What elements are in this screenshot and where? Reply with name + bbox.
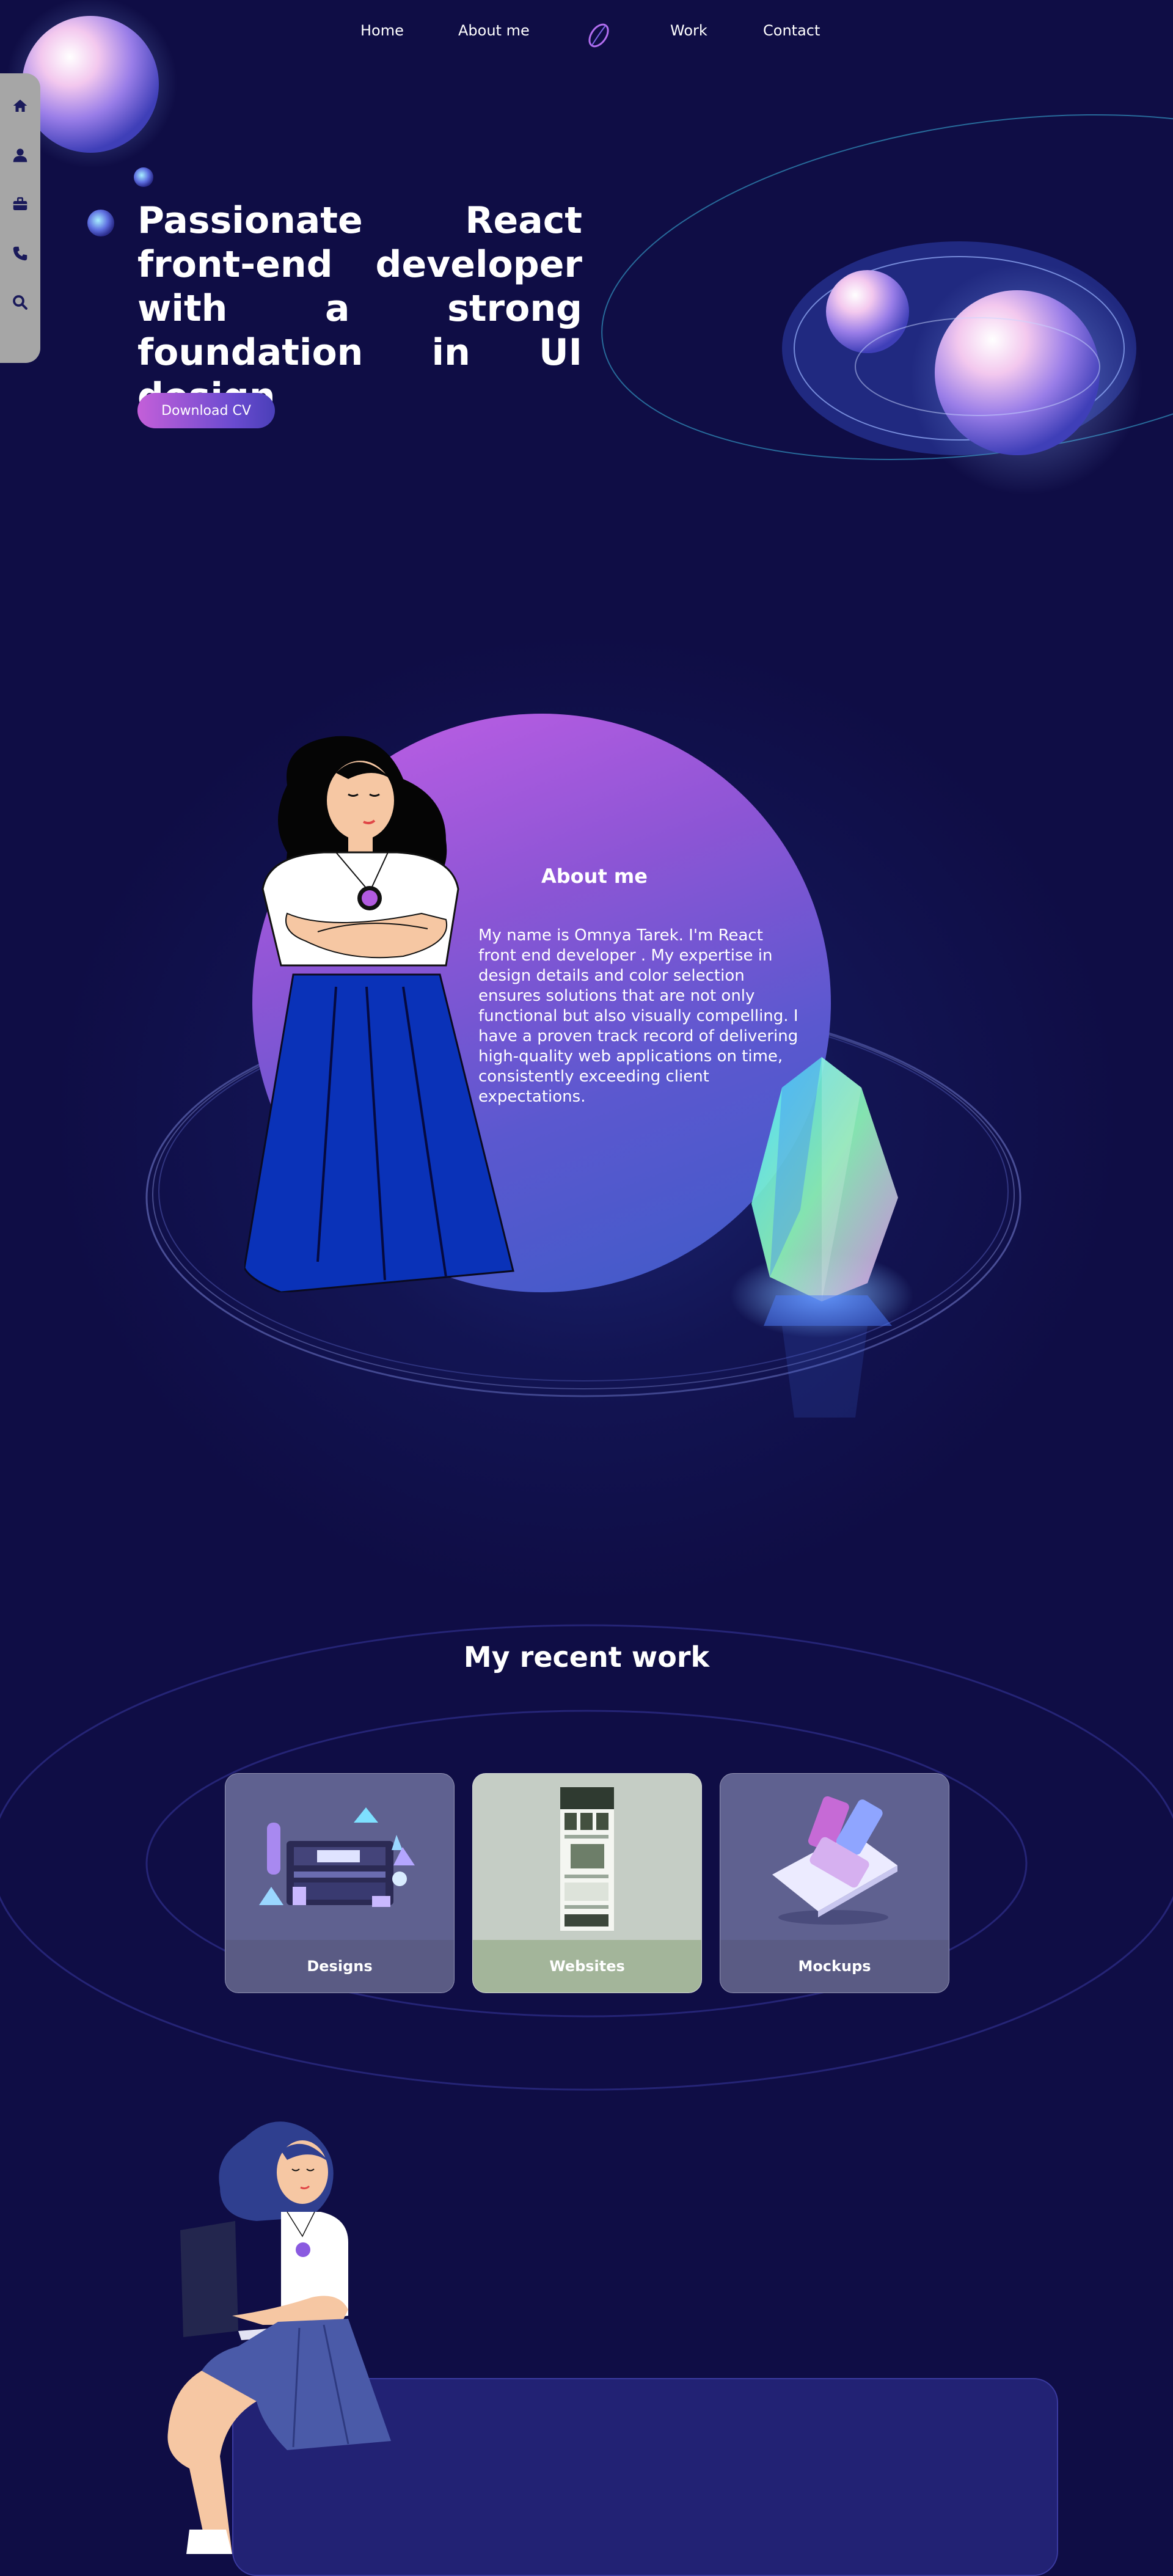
woman-laptop-illustration [167, 2121, 391, 2554]
work-card-label: Mockups [720, 1940, 949, 1992]
download-cv-button[interactable]: Download CV [137, 393, 275, 428]
nav-link-about-me[interactable]: About me [458, 22, 530, 39]
work-card-designs[interactable]: Designs [225, 1773, 455, 1993]
websites-thumbnail [473, 1774, 701, 1940]
work-card-label: Designs [225, 1940, 454, 1992]
crystal-illustration [730, 1057, 913, 1418]
about-title: About me [541, 865, 648, 888]
hero-title: Passionate React front-end developer wit… [137, 199, 582, 418]
nav-link-home[interactable]: Home [360, 22, 404, 39]
briefcase-icon[interactable] [11, 195, 29, 213]
user-icon[interactable] [11, 146, 29, 164]
phone-icon[interactable] [11, 244, 29, 263]
search-icon[interactable] [11, 293, 29, 312]
work-card-label: Websites [473, 1940, 701, 1992]
designs-thumbnail [225, 1774, 454, 1940]
mockups-thumbnail [720, 1774, 949, 1940]
work-title: My recent work [463, 1641, 710, 1674]
nav-link-contact[interactable]: Contact [763, 22, 820, 39]
script-o-logo-icon[interactable] [583, 21, 614, 49]
nav-link-work[interactable]: Work [670, 22, 707, 39]
top-nav: Home About me Work Contact [0, 0, 1173, 67]
home-icon[interactable] [11, 97, 29, 115]
side-nav [0, 73, 40, 363]
work-card-websites[interactable]: Websites [472, 1773, 702, 1993]
work-card-mockups[interactable]: Mockups [720, 1773, 949, 1993]
